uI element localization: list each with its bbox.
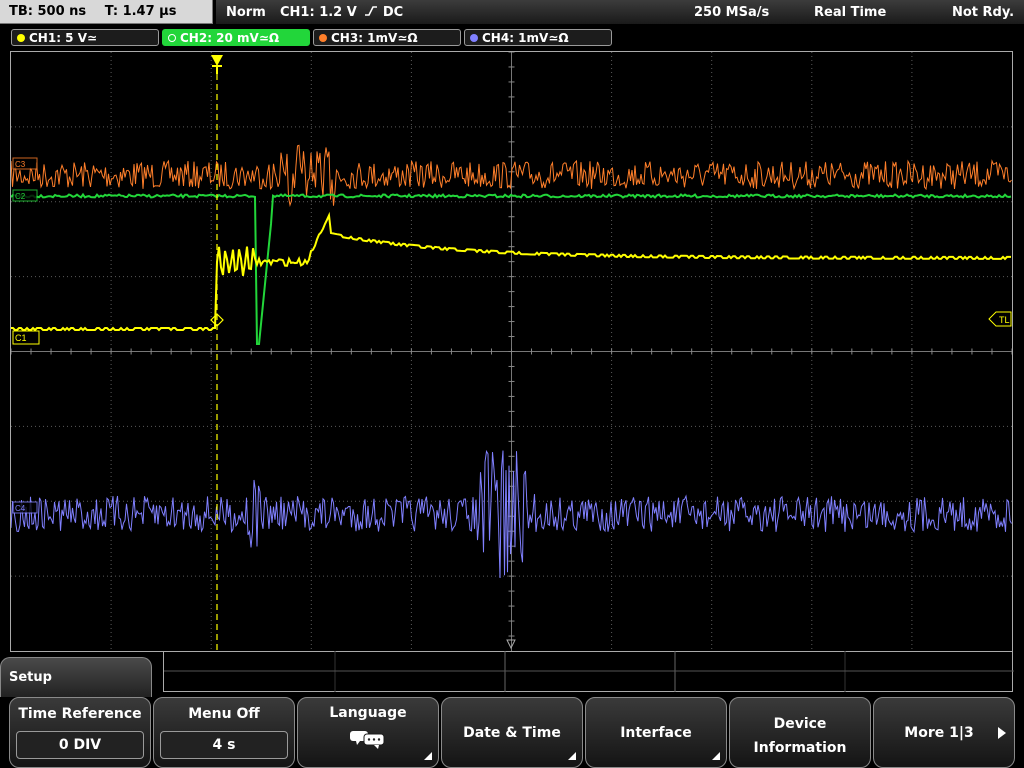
ch4-color-dot <box>470 34 478 42</box>
menu-title: Setup <box>0 657 152 697</box>
ch3-color-dot <box>319 34 327 42</box>
timebase-box[interactable]: TB: 500 ns T: 1.47 µs <box>0 0 213 24</box>
trigger-time-value: T: 1.47 µs <box>104 4 177 19</box>
acquisition-mode[interactable]: Real Time <box>814 2 886 24</box>
trigger-position-icon[interactable] <box>211 55 223 74</box>
device-label-line2: Information <box>753 740 847 756</box>
channel-tab-ch1[interactable]: CH1: 5 V≃ <box>11 29 159 46</box>
ch4-label: CH4: 1mV≃Ω <box>482 31 569 45</box>
channel-tab-ch2[interactable]: CH2: 20 mV≃Ω <box>162 29 310 46</box>
ch4-ground-label: C4 <box>15 504 26 513</box>
ch1-label: CH1: 5 V≃ <box>29 31 98 45</box>
device-label-line1: Device <box>773 716 827 732</box>
waveform-display[interactable]: TL C1 C3 C2 C4 <box>10 51 1013 652</box>
interface-softkey[interactable]: Interface <box>585 697 727 768</box>
zoom-overview-strip <box>163 651 1014 692</box>
ch1-ground-label: C1 <box>15 333 27 343</box>
submenu-corner-icon <box>568 752 576 760</box>
trigger-mode[interactable]: Norm <box>226 2 266 24</box>
language-label: Language <box>329 705 407 721</box>
trigger-source: CH1: 1.2 V <box>280 5 357 20</box>
ch2-label: CH2: 20 mV≃Ω <box>180 31 280 45</box>
time-reference-label: Time Reference <box>18 706 142 722</box>
ch4-ground-marker[interactable]: C4 <box>12 501 38 514</box>
graticule <box>11 52 1012 651</box>
date-time-label: Date & Time <box>463 725 561 741</box>
ch1-ground-marker[interactable]: C1 <box>12 330 40 345</box>
menu-off-softkey[interactable]: Menu Off 4 s <box>153 697 295 768</box>
chevron-right-icon <box>998 727 1006 739</box>
ch3-ground-marker[interactable]: C3 <box>12 157 38 170</box>
trigger-coupling: DC <box>382 5 404 20</box>
ch3-label: CH3: 1mV≃Ω <box>331 31 418 45</box>
device-information-label: Device Information <box>730 712 870 760</box>
trigger-slope-icon <box>364 5 383 20</box>
channel-tab-ch3[interactable]: CH3: 1mV≃Ω <box>313 29 461 46</box>
trigger-source-group[interactable]: CH1: 1.2 V DC <box>280 2 403 24</box>
trigger-level-label: TL <box>999 315 1010 325</box>
interface-label: Interface <box>620 725 692 741</box>
ch2-ground-label: C2 <box>15 192 26 201</box>
more-label: More 1|3 <box>904 725 974 741</box>
waveform-svg: TL C1 C3 C2 C4 <box>11 52 1012 651</box>
speech-bubbles-icon <box>348 728 388 754</box>
timebase-value: TB: 500 ns <box>9 4 87 19</box>
ch1-color-dot <box>17 34 25 42</box>
status-bar: Norm CH1: 1.2 V DC 250 MSa/s Real Time N… <box>216 0 1024 24</box>
language-softkey[interactable]: Language <box>297 697 439 768</box>
menu-off-value: 4 s <box>160 731 288 759</box>
channel-tab-ch4[interactable]: CH4: 1mV≃Ω <box>464 29 612 46</box>
device-information-softkey[interactable]: Device Information <box>729 697 871 768</box>
acquisition-state: Not Rdy. <box>952 5 1015 20</box>
ch2-ground-marker[interactable]: C2 <box>12 189 38 202</box>
time-reference-softkey[interactable]: Time Reference 0 DIV <box>9 697 151 768</box>
trigger-level-marker[interactable]: TL <box>988 311 1012 327</box>
menu-off-label: Menu Off <box>188 706 260 722</box>
sample-rate: 250 MSa/s <box>694 5 770 20</box>
submenu-corner-icon <box>712 752 720 760</box>
ch2-color-dot <box>168 34 176 42</box>
date-time-softkey[interactable]: Date & Time <box>441 697 583 768</box>
submenu-corner-icon <box>424 752 432 760</box>
more-softkey[interactable]: More 1|3 <box>873 697 1015 768</box>
ch3-ground-label: C3 <box>15 160 26 169</box>
time-reference-value: 0 DIV <box>16 731 144 759</box>
